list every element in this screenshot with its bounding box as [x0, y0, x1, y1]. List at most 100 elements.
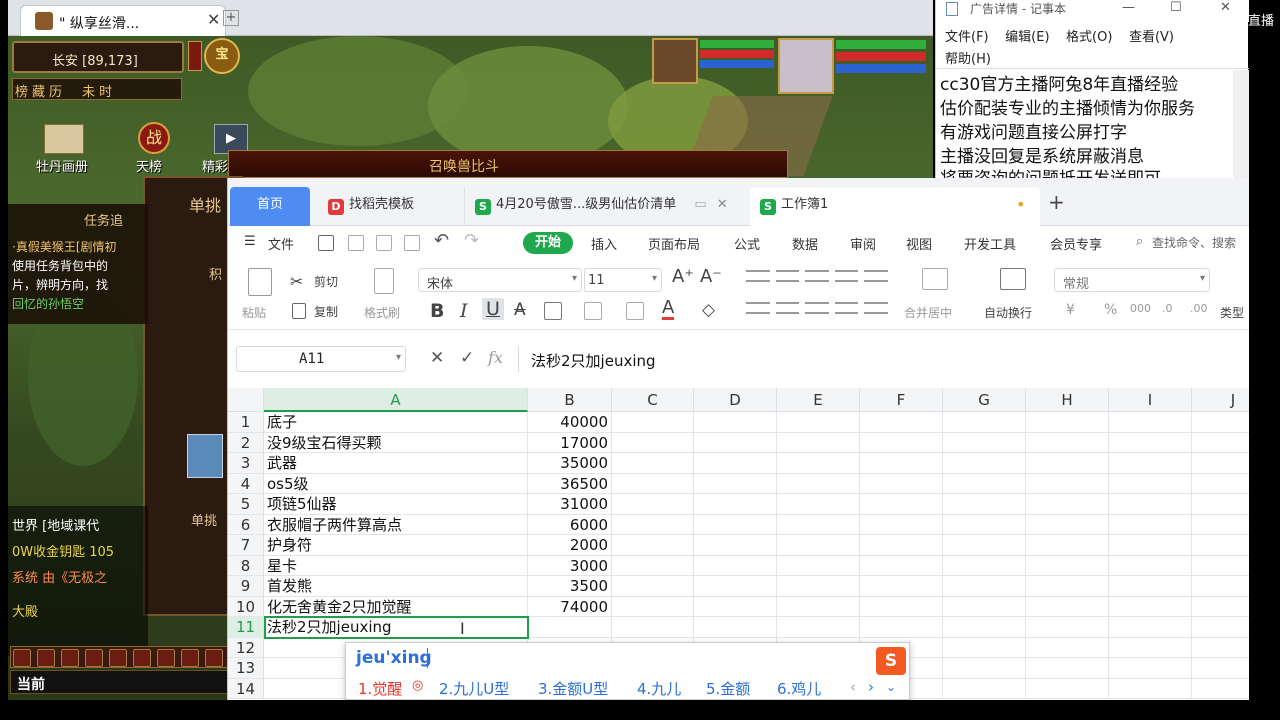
menu-view[interactable]: 视图: [906, 234, 932, 253]
column-header[interactable]: I: [1109, 388, 1192, 412]
chevron-down-icon[interactable]: ▾: [396, 352, 401, 363]
menu-review[interactable]: 审阅: [850, 234, 876, 253]
align-bottom-icon[interactable]: [805, 270, 829, 282]
cell-empty[interactable]: [860, 596, 943, 617]
preview-icon[interactable]: [404, 235, 420, 251]
row-header[interactable]: 7: [228, 535, 264, 556]
shortcut-icon[interactable]: 榜: [15, 81, 28, 100]
confirm-icon[interactable]: ✓: [460, 348, 474, 368]
currency-icon[interactable]: ¥: [1066, 302, 1075, 318]
menu-file[interactable]: 文件(F): [945, 30, 989, 45]
cell-empty[interactable]: [612, 535, 694, 556]
toolbar-icon[interactable]: [109, 649, 127, 667]
cell-a[interactable]: 护身符: [264, 535, 528, 556]
cell-a[interactable]: 星卡: [264, 555, 528, 576]
ime-candidate[interactable]: 4.九儿: [637, 678, 681, 699]
cell-empty[interactable]: [1192, 617, 1249, 638]
ime-next-icon[interactable]: ›: [868, 678, 874, 696]
player-portrait[interactable]: [778, 38, 834, 94]
cell-a[interactable]: 底子: [264, 412, 528, 433]
cell-empty[interactable]: [1192, 576, 1249, 597]
wrap-text-button[interactable]: 自动换行: [984, 304, 1032, 321]
align-middle-icon[interactable]: [775, 270, 800, 282]
column-header[interactable]: C: [612, 388, 694, 412]
cell-empty[interactable]: [943, 576, 1026, 597]
copy-button[interactable]: 复制: [314, 303, 338, 320]
cell-b[interactable]: 6000: [528, 514, 612, 535]
cell-empty[interactable]: [694, 596, 777, 617]
cell-empty[interactable]: [1026, 514, 1109, 535]
cut-button[interactable]: 剪切: [314, 273, 338, 290]
cell-empty[interactable]: [694, 453, 777, 474]
cell-b[interactable]: 36500: [528, 473, 612, 494]
copy-icon[interactable]: [292, 303, 306, 319]
strike-icon[interactable]: A: [514, 300, 526, 320]
font-size-select[interactable]: 11 ▾: [584, 268, 662, 292]
search-icon[interactable]: ⌕: [1136, 234, 1143, 249]
cell-empty[interactable]: [1026, 453, 1109, 474]
percent-icon[interactable]: %: [1104, 302, 1117, 318]
cell-empty[interactable]: [612, 432, 694, 453]
menu-page-layout[interactable]: 页面布局: [648, 234, 700, 253]
cell-a[interactable]: 化无舍黄金2只加觉醒: [264, 596, 528, 617]
row-header[interactable]: 3: [228, 453, 264, 474]
bold-icon[interactable]: B: [430, 300, 444, 322]
cell-empty[interactable]: [1109, 535, 1192, 556]
cell-empty[interactable]: [1026, 678, 1109, 699]
decimal-remove-icon[interactable]: .00: [1190, 302, 1208, 315]
ime-prev-icon[interactable]: ‹: [850, 678, 856, 696]
cell-empty[interactable]: [1026, 494, 1109, 515]
cell-empty[interactable]: [1192, 597, 1249, 617]
toolbar-icon[interactable]: [85, 649, 103, 667]
cell-empty[interactable]: [1026, 535, 1109, 556]
toolbar-icon[interactable]: [157, 649, 175, 667]
task-line[interactable]: 回忆的孙悟空: [12, 295, 117, 314]
shortcut-icon[interactable]: 藏: [32, 81, 45, 100]
row-header[interactable]: 6: [228, 514, 264, 535]
chevron-down-icon[interactable]: ▾: [1200, 273, 1205, 284]
cell-empty[interactable]: [777, 432, 860, 453]
scissors-icon[interactable]: ✂: [290, 272, 303, 291]
cell-b[interactable]: 3500: [528, 576, 612, 597]
cell-empty[interactable]: [1109, 432, 1192, 453]
cell-empty[interactable]: [694, 514, 777, 535]
cell-a[interactable]: 衣服帽子两件算高点: [264, 514, 528, 535]
cell-b[interactable]: 31000: [528, 494, 612, 515]
cell-empty[interactable]: [1026, 658, 1109, 679]
cell-empty[interactable]: [777, 555, 860, 576]
cell-empty[interactable]: [1109, 678, 1192, 699]
menu-file[interactable]: 文件: [268, 234, 294, 253]
peony-album-icon[interactable]: [44, 124, 84, 154]
cell-empty[interactable]: [1109, 658, 1192, 679]
heaven-rank-icon[interactable]: 战: [138, 122, 170, 154]
ime-expand-icon[interactable]: ⌄: [886, 680, 896, 694]
fill-pattern-icon[interactable]: [584, 302, 602, 320]
cell-empty[interactable]: [1192, 515, 1249, 535]
cell-empty[interactable]: [694, 412, 777, 433]
cell-empty[interactable]: [694, 535, 777, 556]
cell-empty[interactable]: [943, 432, 1026, 453]
cell-empty[interactable]: [943, 658, 1026, 679]
row-header[interactable]: 11: [228, 617, 264, 638]
row-header[interactable]: 14: [228, 678, 264, 699]
menu-dev-tools[interactable]: 开发工具: [964, 234, 1016, 253]
column-header[interactable]: B: [528, 388, 612, 412]
cell-empty[interactable]: [777, 494, 860, 515]
cell-empty[interactable]: [694, 576, 777, 597]
cell-empty[interactable]: [860, 412, 943, 433]
cell-a[interactable]: os5级: [264, 473, 528, 494]
close-icon[interactable]: ✕: [207, 10, 220, 29]
cell-empty[interactable]: [943, 453, 1026, 474]
brush-icon[interactable]: [374, 268, 394, 294]
cell-b[interactable]: 3000: [528, 555, 612, 576]
toolbar-icon[interactable]: [133, 649, 151, 667]
panel-button-label[interactable]: 单挑: [191, 510, 217, 529]
cell-empty[interactable]: [860, 432, 943, 453]
cell-empty[interactable]: [1109, 412, 1192, 433]
cell-empty[interactable]: [1192, 679, 1249, 699]
format-painter-button[interactable]: 格式刷: [364, 304, 400, 321]
toolbar-icon[interactable]: [37, 649, 55, 667]
menu-data[interactable]: 数据: [792, 234, 818, 253]
minimize-icon[interactable]: —: [1122, 0, 1135, 15]
game-tab[interactable]: " 纵享丝滑... ✕: [20, 5, 226, 36]
